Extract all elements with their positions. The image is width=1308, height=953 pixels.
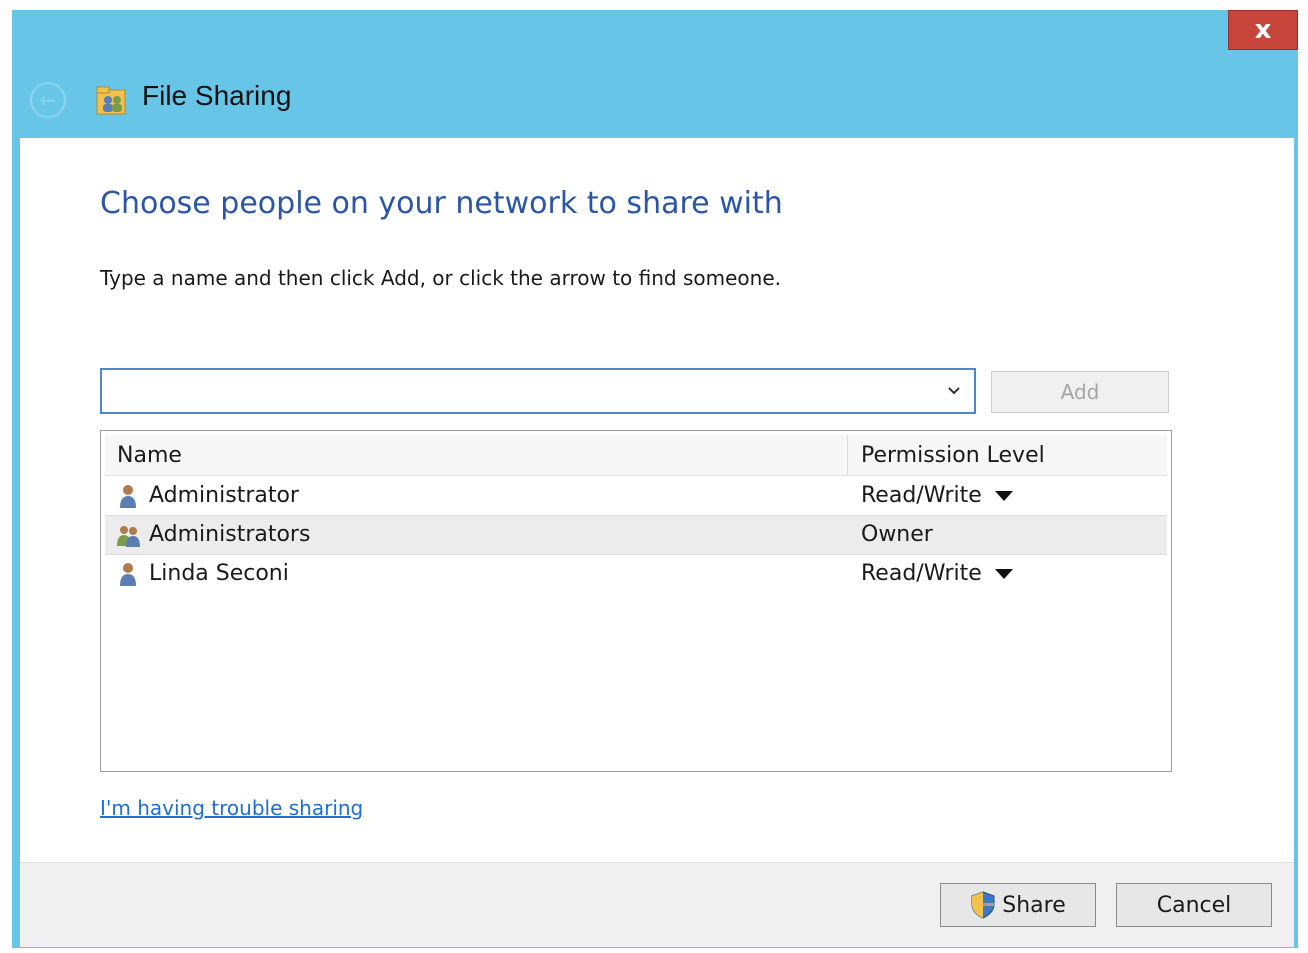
permission-dropdown-icon[interactable]	[995, 491, 1013, 501]
dialog-footer: Share Cancel	[20, 862, 1294, 947]
combo-dropdown-button[interactable]	[942, 378, 966, 404]
back-button[interactable]: ←	[30, 82, 66, 118]
close-icon: x	[1254, 15, 1272, 45]
row-name: Linda Seconi	[149, 561, 289, 586]
back-arrow-icon: ←	[39, 88, 57, 112]
window-title: File Sharing	[142, 80, 292, 111]
share-button-label: Share	[1002, 892, 1066, 918]
permission-dropdown-icon[interactable]	[995, 569, 1013, 579]
row-permission: Owner	[861, 522, 933, 547]
list-row-administrator[interactable]: Administrator Read/Write	[105, 477, 1167, 515]
close-button[interactable]: x	[1228, 10, 1298, 50]
column-header-name[interactable]: Name	[117, 443, 182, 468]
cancel-button-label: Cancel	[1156, 892, 1232, 918]
list-row-linda-seconi[interactable]: Linda Seconi Read/Write	[105, 555, 1167, 593]
row-name: Administrator	[149, 483, 299, 508]
row-name: Administrators	[149, 522, 311, 547]
dialog-content: Choose people on your network to share w…	[20, 138, 1294, 862]
sharing-list: Name Permission Level Administrator Read…	[100, 430, 1172, 772]
trouble-sharing-link[interactable]: I'm having trouble sharing	[100, 796, 363, 820]
column-divider[interactable]	[847, 435, 848, 475]
add-button[interactable]: Add	[991, 371, 1169, 413]
add-button-label: Add	[1060, 380, 1100, 404]
name-combobox[interactable]	[100, 368, 976, 414]
list-header: Name Permission Level	[105, 435, 1167, 476]
row-permission[interactable]: Read/Write	[861, 561, 982, 586]
page-heading: Choose people on your network to share w…	[100, 186, 783, 221]
group-icon	[117, 526, 140, 547]
cancel-button[interactable]: Cancel	[1116, 883, 1272, 927]
file-sharing-icon	[96, 86, 126, 115]
share-button[interactable]: Share	[940, 883, 1096, 927]
chevron-down-icon	[948, 387, 960, 395]
column-header-permission[interactable]: Permission Level	[861, 443, 1045, 468]
user-icon	[120, 563, 136, 586]
uac-shield-icon	[971, 891, 995, 919]
file-sharing-window: x ← File Sharing Choose people on your n…	[12, 10, 1298, 948]
instructions-text: Type a name and then click Add, or click…	[100, 266, 781, 290]
name-input[interactable]	[112, 370, 936, 412]
list-row-administrators[interactable]: Administrators Owner	[105, 515, 1167, 555]
row-permission[interactable]: Read/Write	[861, 483, 982, 508]
user-icon	[120, 485, 136, 508]
